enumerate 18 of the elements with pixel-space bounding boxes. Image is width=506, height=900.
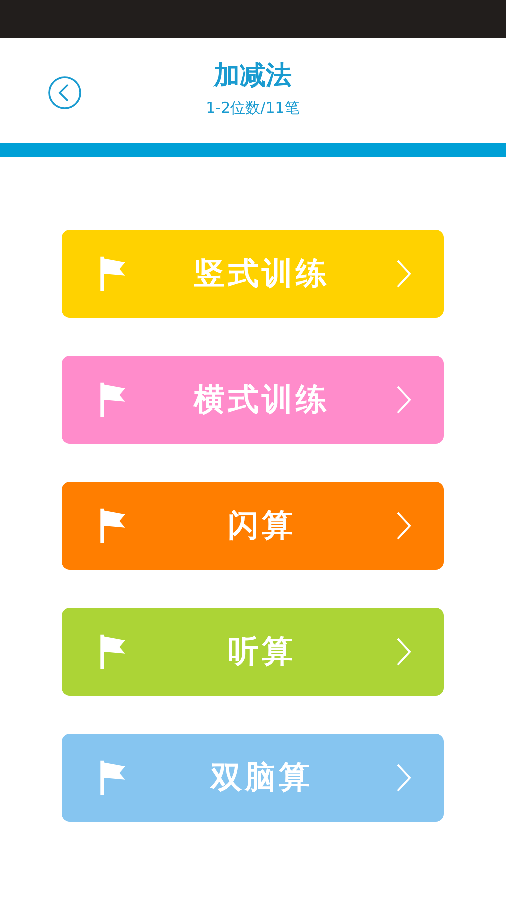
menu-button[interactable]: 听算 [62, 608, 444, 696]
chevron-icon [396, 511, 412, 541]
flag-icon [98, 633, 128, 671]
menu-button[interactable]: 闪算 [62, 482, 444, 570]
flag-icon [98, 759, 128, 797]
chevron-icon [396, 637, 412, 667]
menu-button[interactable]: 竖式训练 [62, 230, 444, 318]
menu-button[interactable]: 横式训练 [62, 356, 444, 444]
page-title: 加减法 [214, 60, 292, 92]
flag-icon [98, 255, 128, 293]
chevron-icon [396, 259, 412, 289]
chevron-icon [396, 385, 412, 415]
flag-icon [98, 381, 128, 419]
flag-icon [98, 507, 128, 545]
menu-button[interactable]: 双脑算 [62, 734, 444, 822]
back-icon[interactable] [48, 76, 82, 110]
page-subtitle: 1-2位数/11笔 [206, 98, 300, 118]
chevron-icon [396, 763, 412, 793]
